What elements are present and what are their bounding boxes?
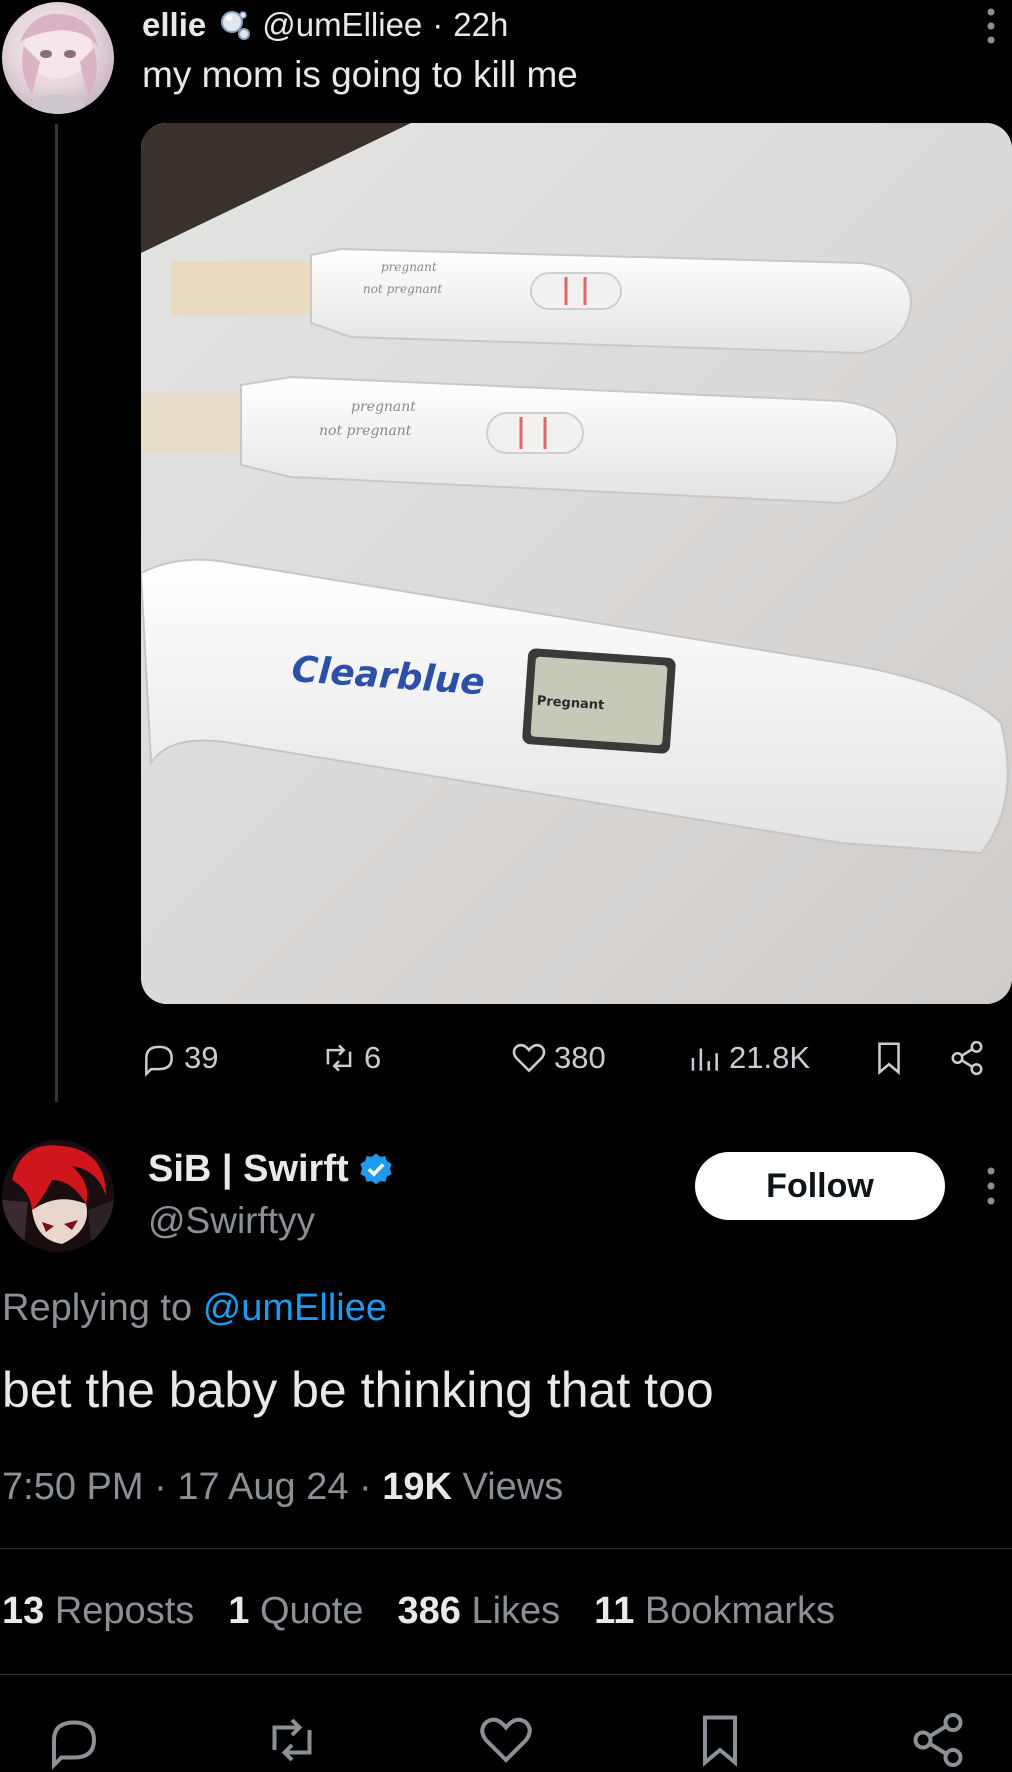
author-name[interactable]: SiB | Swirft: [148, 1148, 349, 1191]
author-handle[interactable]: @Swirftyy: [148, 1200, 315, 1242]
repost-icon: [326, 1044, 352, 1072]
separator-dot: ·: [432, 6, 444, 43]
divider: [0, 1674, 1012, 1675]
avatar[interactable]: [2, 2, 114, 114]
thread-line: [55, 124, 58, 1102]
heart-icon: [512, 1043, 546, 1073]
bookmarks-label: Bookmarks: [644, 1590, 835, 1632]
share-action[interactable]: [948, 1034, 986, 1082]
views-icon: [691, 1048, 718, 1071]
like-action[interactable]: 380: [510, 1034, 606, 1082]
quotes-stat[interactable]: 1 Quote: [228, 1590, 363, 1633]
more-options-icon[interactable]: [984, 6, 998, 46]
reply-icon: [52, 1720, 97, 1770]
tweet-text: my mom is going to kill me: [142, 54, 578, 95]
views-label: Views: [462, 1466, 564, 1508]
meta-dot: ·: [359, 1466, 372, 1508]
reposts-count: 13: [2, 1590, 45, 1632]
like-count: 380: [554, 1040, 606, 1075]
bubbles-emoji-icon: [221, 11, 251, 40]
reposts-stat[interactable]: 13 Reposts: [2, 1590, 194, 1633]
repost-icon: [272, 1718, 312, 1762]
likes-stat[interactable]: 386 Likes: [397, 1590, 560, 1633]
test2-label-pregnant: pregnant: [351, 399, 416, 415]
engagement-stats: 13 Reposts 1 Quote 386 Likes 11 Bookmark…: [2, 1590, 835, 1633]
replying-to: Replying to @umElliee: [2, 1287, 387, 1330]
bookmark-icon: [703, 1715, 737, 1767]
bookmark-action[interactable]: [870, 1034, 908, 1082]
replying-mention[interactable]: @umElliee: [203, 1287, 387, 1329]
repost-action[interactable]: 6: [320, 1034, 381, 1082]
tweet-photo[interactable]: pregnant not pregnant pregnant not pregn…: [141, 123, 1012, 1004]
meta-dot: ·: [154, 1466, 167, 1508]
heart-icon: [480, 1717, 532, 1763]
test1-label-not-pregnant: not pregnant: [363, 282, 442, 296]
reply-button[interactable]: [44, 1710, 104, 1770]
author-name[interactable]: ellie: [142, 6, 206, 44]
bookmark-icon: [878, 1042, 900, 1075]
test2-label-not-pregnant: not pregnant: [319, 423, 412, 439]
test1-label-pregnant: pregnant: [381, 260, 437, 274]
views-count: 19K: [382, 1466, 452, 1508]
reply-count: 39: [184, 1040, 219, 1075]
share-button[interactable]: [908, 1710, 968, 1770]
reply-date[interactable]: 17 Aug 24: [177, 1466, 348, 1508]
like-button[interactable]: [476, 1710, 536, 1770]
repost-count: 6: [364, 1040, 382, 1075]
verified-badge-icon: [359, 1152, 392, 1184]
tweet-header: ellie @umElliee · 22h: [142, 2, 508, 48]
reply-actions-bar: [0, 1706, 1012, 1772]
share-icon: [951, 1040, 983, 1076]
tweet-thread: ellie @umElliee · 22h my mom is going to…: [0, 0, 1012, 1772]
repost-button[interactable]: [262, 1710, 322, 1770]
avatar[interactable]: [2, 1140, 114, 1252]
follow-button[interactable]: Follow: [695, 1152, 945, 1220]
tweet-actions: 39 6 380 21.8K: [140, 1034, 1012, 1082]
reply-text: bet the baby be thinking that too: [2, 1362, 714, 1418]
likes-count: 386: [397, 1590, 461, 1632]
bookmarks-count: 11: [594, 1590, 635, 1632]
share-icon: [913, 1713, 963, 1767]
reply-time[interactable]: 7:50 PM: [2, 1466, 144, 1508]
views-count: 21.8K: [729, 1040, 811, 1075]
quotes-count: 1: [228, 1590, 250, 1632]
divider: [0, 1548, 1012, 1549]
bookmarks-stat[interactable]: 11 Bookmarks: [594, 1590, 835, 1633]
author-handle[interactable]: @umElliee: [262, 6, 422, 44]
more-options-icon[interactable]: [984, 1165, 998, 1207]
reply-icon: [145, 1045, 173, 1077]
bookmark-button[interactable]: [690, 1710, 750, 1770]
replying-prefix: Replying to: [2, 1287, 193, 1329]
likes-label: Likes: [471, 1590, 561, 1632]
reply-author[interactable]: SiB | Swirft: [148, 1148, 395, 1191]
quotes-label: Quote: [259, 1590, 364, 1632]
tweet-meta: 7:50 PM · 17 Aug 24 · 19K Views: [2, 1466, 563, 1509]
reposts-label: Reposts: [54, 1590, 195, 1632]
views-action[interactable]: 21.8K: [685, 1034, 810, 1082]
tweet-time[interactable]: 22h: [453, 6, 508, 44]
reply-action[interactable]: 39: [140, 1034, 218, 1082]
